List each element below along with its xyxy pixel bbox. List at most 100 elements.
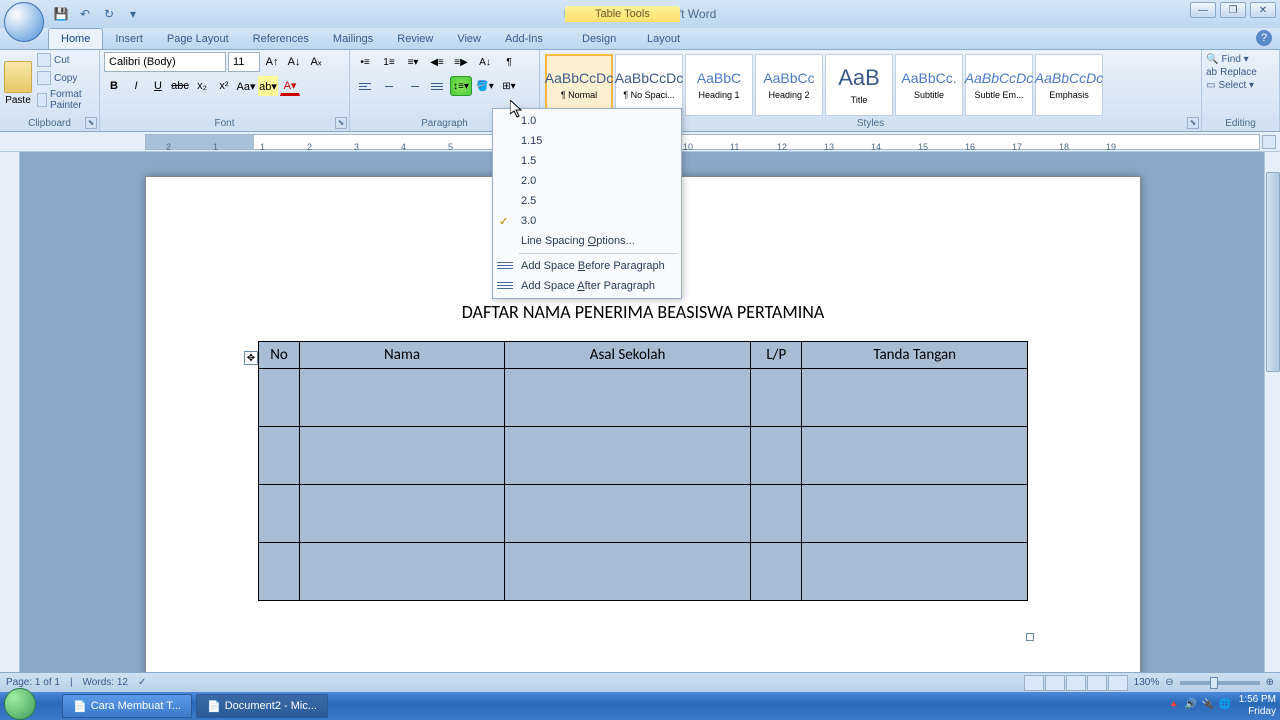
table-cell[interactable] (505, 427, 751, 485)
document-table[interactable]: NoNamaAsal SekolahL/PTanda Tangan (258, 341, 1028, 601)
bold-button[interactable]: B (104, 76, 124, 96)
table-header[interactable]: L/P (751, 342, 802, 369)
justify-button[interactable] (426, 76, 448, 96)
shading-button[interactable]: 🪣▾ (474, 76, 496, 96)
format-painter-button[interactable]: Format Painter (36, 88, 95, 112)
font-size-input[interactable] (228, 52, 260, 72)
table-cell[interactable] (505, 543, 751, 601)
horizontal-ruler[interactable]: 2112345678910111213141516171819 (145, 134, 1260, 150)
clock[interactable]: 1:56 PM Friday (1239, 694, 1276, 718)
show-marks-button[interactable]: ¶ (498, 52, 520, 72)
numbering-button[interactable]: 1≡ (378, 52, 400, 72)
maximize-button[interactable]: ❐ (1220, 2, 1246, 18)
redo-icon[interactable]: ↻ (98, 3, 120, 25)
zoom-in[interactable]: ⊕ (1266, 677, 1274, 688)
zoom-slider[interactable] (1180, 681, 1260, 685)
font-name-input[interactable] (104, 52, 226, 72)
table-cell[interactable] (751, 485, 802, 543)
table-cell[interactable] (751, 543, 802, 601)
font-launcher[interactable]: ⬊ (335, 117, 347, 129)
office-button[interactable] (4, 2, 44, 42)
table-cell[interactable] (259, 369, 300, 427)
copy-button[interactable]: Copy (36, 70, 95, 86)
vertical-scrollbar[interactable] (1264, 152, 1280, 680)
tab-insert[interactable]: Insert (103, 29, 155, 49)
scroll-thumb[interactable] (1266, 172, 1280, 372)
increase-indent-button[interactable]: ≡▶ (450, 52, 472, 72)
zoom-out[interactable]: ⊖ (1165, 677, 1173, 688)
replace-button[interactable]: ab Replace (1206, 67, 1275, 78)
style--no-spaci-[interactable]: AaBbCcDc¶ No Spaci... (615, 54, 683, 116)
table-cell[interactable] (751, 369, 802, 427)
table-cell[interactable] (505, 485, 751, 543)
qat-more-icon[interactable]: ▾ (122, 3, 144, 25)
table-cell[interactable] (300, 485, 505, 543)
print-layout-view[interactable] (1024, 675, 1044, 691)
page-status[interactable]: Page: 1 of 1 (6, 677, 60, 688)
tab-add-ins[interactable]: Add-Ins (493, 29, 555, 49)
start-button[interactable] (0, 692, 40, 720)
tab-mailings[interactable]: Mailings (321, 29, 385, 49)
table-move-handle[interactable]: ✥ (244, 351, 258, 365)
spacing-3.0[interactable]: 3.0✓ (493, 211, 681, 231)
underline-button[interactable]: U (148, 76, 168, 96)
tab-design[interactable]: Design (570, 29, 628, 49)
spacing-2.5[interactable]: 2.5 (493, 191, 681, 211)
clear-format-button[interactable]: Aₓ (306, 52, 326, 72)
add-space-after-item[interactable]: Add Space After Paragraph (493, 276, 681, 296)
clipboard-launcher[interactable]: ⬊ (85, 117, 97, 129)
cut-button[interactable]: Cut (36, 52, 95, 68)
table-header[interactable]: Asal Sekolah (505, 342, 751, 369)
tab-page-layout[interactable]: Page Layout (155, 29, 241, 49)
table-cell[interactable] (802, 543, 1028, 601)
table-cell[interactable] (802, 485, 1028, 543)
table-header[interactable]: Tanda Tangan (802, 342, 1028, 369)
line-spacing-options-item[interactable]: Line Spacing Options... (493, 231, 681, 251)
spacing-2.0[interactable]: 2.0 (493, 171, 681, 191)
table-header[interactable]: Nama (300, 342, 505, 369)
align-center-button[interactable] (378, 76, 400, 96)
spacing-1.15[interactable]: 1.15 (493, 131, 681, 151)
spacing-1.5[interactable]: 1.5 (493, 151, 681, 171)
select-button[interactable]: ▭ Select ▾ (1206, 80, 1275, 91)
change-case-button[interactable]: Aa▾ (236, 76, 256, 96)
tab-layout[interactable]: Layout (635, 29, 692, 49)
style-title[interactable]: AaBTitle (825, 54, 893, 116)
tab-references[interactable]: References (241, 29, 321, 49)
tab-view[interactable]: View (445, 29, 493, 49)
style-heading-1[interactable]: AaBbCHeading 1 (685, 54, 753, 116)
draft-view[interactable] (1108, 675, 1128, 691)
bullets-button[interactable]: •≡ (354, 52, 376, 72)
table-cell[interactable] (259, 485, 300, 543)
subscript-button[interactable]: x₂ (192, 76, 212, 96)
borders-button[interactable]: ⊞▾ (498, 76, 520, 96)
save-icon[interactable]: 💾 (50, 3, 72, 25)
style--normal[interactable]: AaBbCcDc¶ Normal (545, 54, 613, 116)
spacing-1.0[interactable]: 1.0 (493, 111, 681, 131)
style-emphasis[interactable]: AaBbCcDcEmphasis (1035, 54, 1103, 116)
full-screen-view[interactable] (1045, 675, 1065, 691)
find-button[interactable]: 🔍 Find ▾ (1206, 54, 1275, 65)
outline-view[interactable] (1087, 675, 1107, 691)
taskbar-item-1[interactable]: 📄 Cara Membuat T... (62, 694, 192, 718)
highlight-button[interactable]: ab▾ (258, 76, 278, 96)
table-cell[interactable] (751, 427, 802, 485)
tab-review[interactable]: Review (385, 29, 445, 49)
proofing-icon[interactable]: ✓ (138, 677, 146, 688)
font-color-button[interactable]: A▾ (280, 76, 300, 96)
web-layout-view[interactable] (1066, 675, 1086, 691)
undo-icon[interactable]: ↶ (74, 3, 96, 25)
italic-button[interactable]: I (126, 76, 146, 96)
word-count[interactable]: Words: 12 (83, 677, 128, 688)
table-cell[interactable] (802, 427, 1028, 485)
taskbar-item-2[interactable]: 📄 Document2 - Mic... (196, 694, 328, 718)
minimize-button[interactable]: — (1190, 2, 1216, 18)
table-cell[interactable] (300, 427, 505, 485)
superscript-button[interactable]: x² (214, 76, 234, 96)
line-spacing-button[interactable]: ↕≡▾ (450, 76, 472, 96)
close-button[interactable]: ✕ (1250, 2, 1276, 18)
sort-button[interactable]: A↓ (474, 52, 496, 72)
table-cell[interactable] (802, 369, 1028, 427)
table-cell[interactable] (505, 369, 751, 427)
style-heading-2[interactable]: AaBbCcHeading 2 (755, 54, 823, 116)
